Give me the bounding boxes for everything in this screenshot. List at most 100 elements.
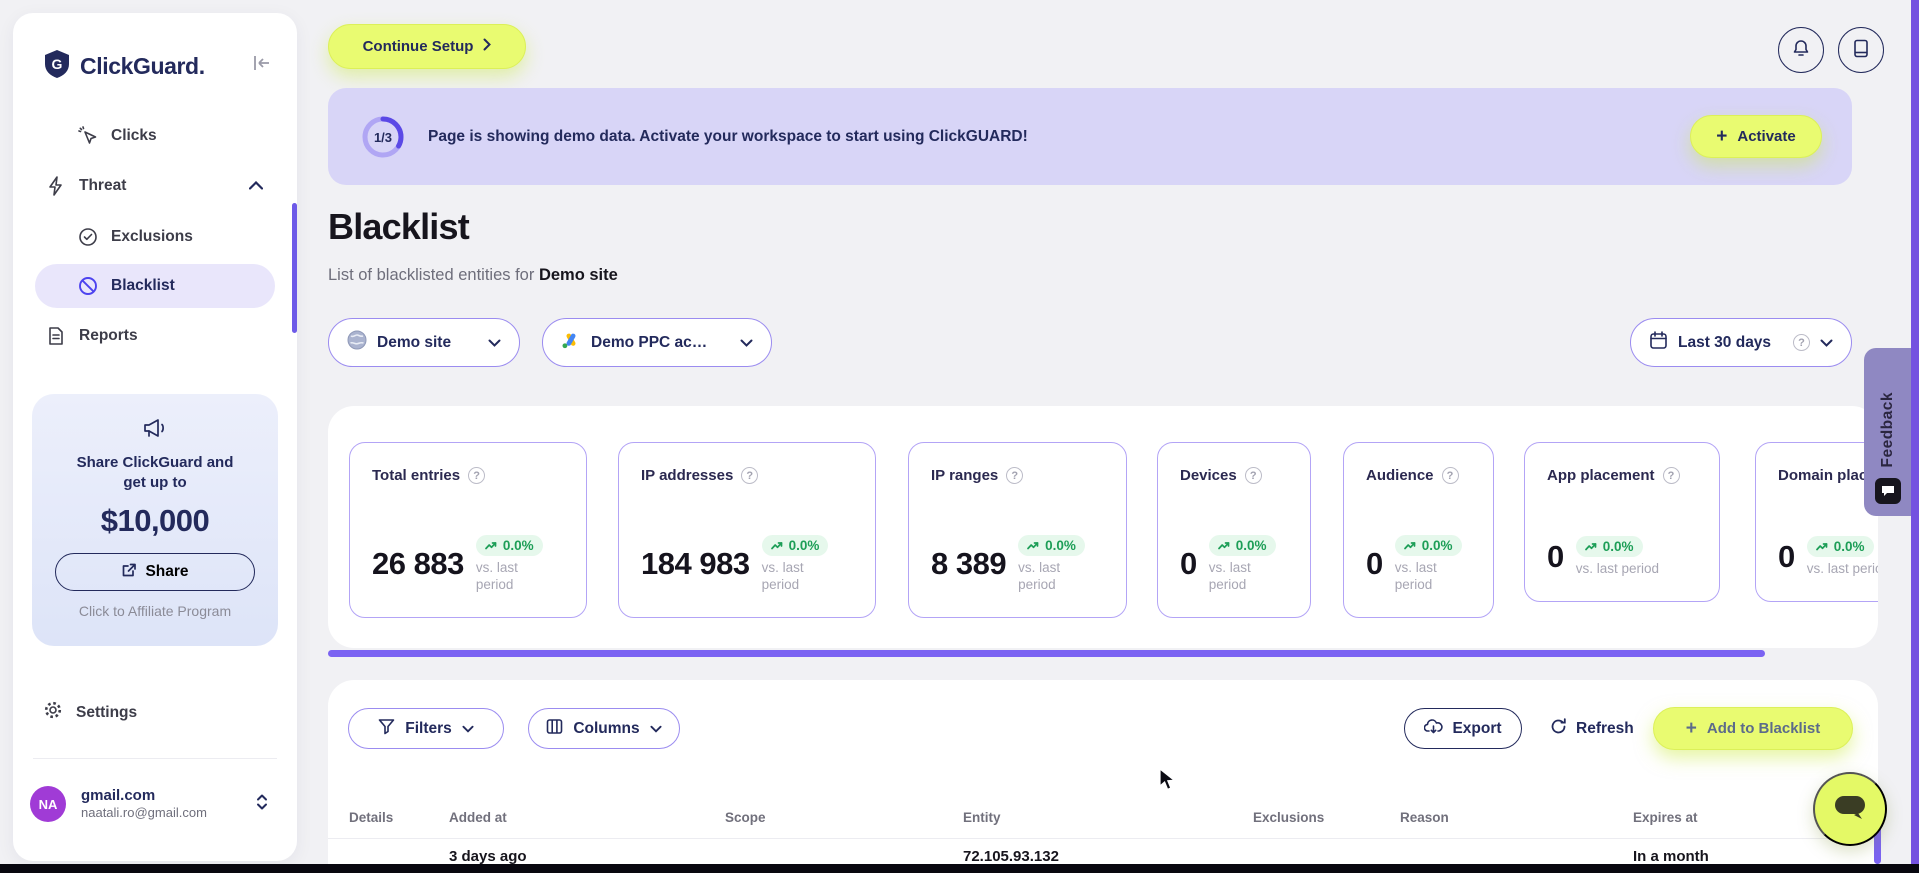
notifications-button[interactable] [1778,27,1824,73]
trend-pill: 0.0% [1018,535,1085,556]
report-document-icon [45,326,67,346]
columns-icon [546,718,563,740]
banner-message: Page is showing demo data. Activate your… [428,127,1028,145]
refresh-button[interactable]: Refresh [1550,708,1634,749]
sidebar-item-label: Threat [79,177,127,194]
settings-label: Settings [76,703,138,721]
chevron-right-icon [483,38,492,55]
columns-label: Columns [573,719,640,737]
user-menu[interactable]: NA gmail.com naatali.ro@gmail.com [30,786,280,822]
stat-card-domain-placement: Domain placement ? 0 0.0% vs. last perio… [1755,442,1878,602]
trend-pill: 0.0% [761,535,829,556]
cards-horizontal-scrollbar[interactable] [328,650,1765,657]
gear-icon [43,700,63,725]
stat-value: 8 389 [931,546,1007,581]
column-header-details[interactable]: Details [349,810,393,825]
stat-label: IP addresses [641,467,734,484]
collapse-sidebar-icon[interactable] [251,53,273,78]
stat-label: Total entries [372,467,461,484]
sidebar-item-clicks[interactable]: Clicks [77,116,277,156]
date-range-selector[interactable]: Last 30 days ? [1630,318,1852,367]
promo-text-line1: Share ClickGuard and [76,454,234,471]
stat-vs-label: vs. last period [1806,561,1878,576]
chevron-up-icon[interactable] [248,177,264,195]
activate-button[interactable]: + Activate [1690,115,1822,158]
ppc-account-selector[interactable]: Demo PPC ac… [542,318,772,367]
chevron-down-icon [462,720,474,738]
help-icon[interactable]: ? [741,467,759,484]
stat-value: 0 [1547,538,1564,574]
feedback-label: Feedback [1878,392,1896,468]
clickguard-shield-icon: G [43,49,71,84]
help-icon[interactable]: ? [468,467,486,484]
filters-button[interactable]: Filters [348,708,504,749]
site-selector[interactable]: Demo site [328,318,520,367]
stat-value: 184 983 [641,546,750,581]
external-link-icon [121,562,137,583]
stat-vs-label: vs. last period [475,560,518,592]
stat-vs-label: vs. last period [761,560,804,592]
stat-vs-label: vs. last period [1394,560,1437,592]
column-header-added-at[interactable]: Added at [449,810,507,825]
avatar: NA [30,786,66,822]
ppc-account-value: Demo PPC ac… [591,333,708,351]
table-cell-entity: 72.105.93.132 [963,848,1059,865]
plus-icon: + [1685,717,1697,739]
megaphone-icon [32,416,278,445]
column-header-entity[interactable]: Entity [963,810,1001,825]
page-vertical-scrollbar[interactable] [1911,0,1919,864]
filter-funnel-icon [378,718,395,740]
sidebar-item-blacklist[interactable]: Blacklist [35,264,275,308]
help-icon[interactable]: ? [1441,467,1459,484]
column-header-reason[interactable]: Reason [1400,810,1449,825]
setup-progress-ring: 1/3 [360,114,406,160]
chevron-down-icon [488,334,501,352]
export-button[interactable]: Export [1404,708,1522,749]
blocked-circle-icon [77,276,99,296]
subtitle-site-name: Demo site [538,266,618,284]
chevron-updown-icon[interactable] [256,793,268,816]
help-icon[interactable]: ? [1793,334,1810,351]
logo: G ClickGuard. [43,49,205,84]
share-button[interactable]: Share [55,553,255,591]
add-to-blacklist-button[interactable]: + Add to Blacklist [1653,707,1853,750]
sidebar-item-threat[interactable]: Threat [45,166,277,206]
affiliate-promo-card[interactable]: Share ClickGuard and get up to $10,000 S… [32,394,278,646]
column-header-exclusions[interactable]: Exclusions [1253,810,1324,825]
trend-pill: 0.0% [1575,536,1643,557]
stat-label: App placement [1547,467,1655,484]
stat-vs-label: vs. last period [1208,560,1251,592]
columns-button[interactable]: Columns [528,708,680,749]
docs-button[interactable] [1838,27,1884,73]
column-header-scope[interactable]: Scope [725,810,766,825]
trend-pill: 0.0% [1208,535,1276,556]
column-header-expires-at[interactable]: Expires at [1633,810,1698,825]
sidebar-item-settings[interactable]: Settings [43,700,137,725]
bell-icon [1791,38,1811,62]
threat-bolt-icon [45,176,67,196]
bottom-edge-bar [0,864,1919,873]
chat-bubble-icon [1833,793,1867,826]
chat-widget-button[interactable] [1813,772,1887,846]
help-icon[interactable]: ? [1006,467,1024,484]
stats-panel: Total entries ? 26 883 0.0% vs. last per… [328,406,1878,648]
sidebar-scrollbar[interactable] [292,203,297,333]
globe-icon [347,330,367,355]
feedback-tab[interactable]: Feedback [1864,348,1911,516]
stat-card-audience: Audience ? 0 0.0% vs. last period [1343,442,1494,618]
google-ads-icon [561,331,581,355]
sidebar-item-label: Blacklist [111,277,175,294]
help-icon[interactable]: ? [1662,467,1680,484]
trend-pill: 0.0% [475,535,543,556]
continue-setup-button[interactable]: Continue Setup [328,24,526,69]
stat-label: Audience [1366,467,1434,484]
table-cell-added-at: 3 days ago [449,848,527,865]
help-icon[interactable]: ? [1244,467,1262,484]
chevron-down-icon [740,334,753,352]
activate-label: Activate [1737,128,1796,145]
sidebar-item-exclusions[interactable]: Exclusions [77,217,277,257]
sidebar-item-reports[interactable]: Reports [45,316,277,356]
divider [328,838,1878,839]
promo-caption: Click to Affiliate Program [78,603,232,619]
stat-label: Domain placement [1778,467,1878,484]
